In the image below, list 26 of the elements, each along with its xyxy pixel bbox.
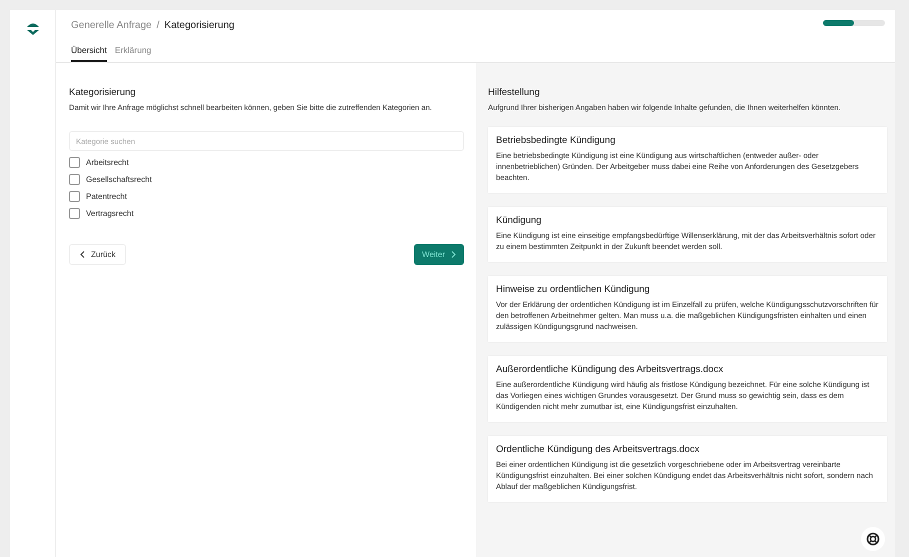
form-title: Kategorisierung [69, 87, 137, 98]
card-title: Kündigung [496, 215, 542, 226]
back-button[interactable]: Zurück [69, 244, 126, 265]
chevron-right-icon [451, 251, 456, 258]
checkbox-label: Gesellschaftsrecht [86, 175, 152, 184]
checkbox-label: Patentrecht [86, 192, 127, 201]
checkbox[interactable] [69, 191, 80, 202]
breadcrumb-separator: / [156, 20, 160, 31]
checkbox-label: Vertragsrecht [86, 209, 134, 218]
card-title: Hinweise zu ordentlichen Kündigung [496, 284, 651, 295]
help-button[interactable] [861, 527, 885, 551]
checkbox[interactable] [69, 174, 80, 185]
tab[interactable]: Übersicht [71, 45, 107, 62]
checkbox-label: Arbeitsrecht [86, 158, 129, 167]
card-title: Ordentliche Kündigung des Arbeitsvertrags.docx [496, 444, 700, 455]
help-title: Hilfestellung [488, 87, 541, 98]
tab[interactable]: Erklärung [114, 45, 152, 62]
breadcrumb-link[interactable]: Generelle Anfrage [71, 20, 152, 31]
logo-icon [24, 22, 40, 36]
chevron-left-icon [80, 251, 85, 258]
checkbox[interactable] [69, 208, 80, 219]
lifebuoy-icon [866, 532, 880, 546]
checkbox[interactable] [69, 157, 80, 168]
card-title: Außerordentliche Kündigung des Arbeitsvertrags.docx [496, 364, 724, 375]
card-title: Betriebsbedingte Kündigung [496, 135, 616, 146]
breadcrumb-current: Kategorisierung [164, 20, 234, 31]
